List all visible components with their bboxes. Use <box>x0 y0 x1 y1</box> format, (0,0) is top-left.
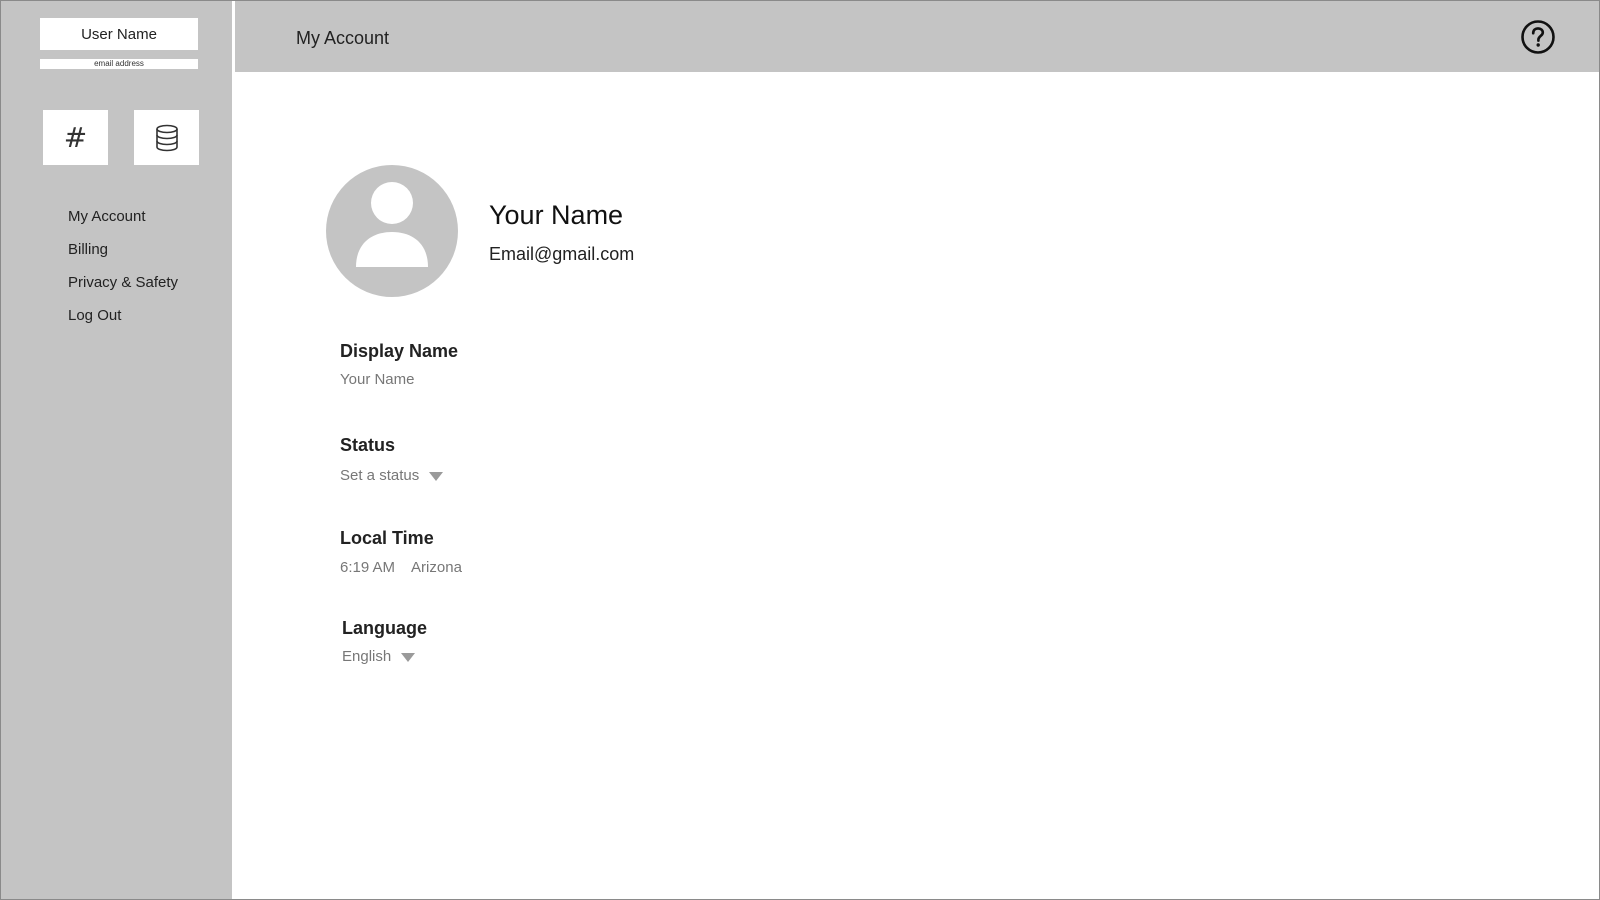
language-label: Language <box>342 618 428 638</box>
sidebar: User Name email address # My Account Bil… <box>1 1 232 899</box>
email-address-label: email address <box>94 59 144 68</box>
user-name-label: User Name <box>81 25 157 43</box>
sidebar-item-privacy-safety[interactable]: Privacy & Safety <box>68 272 178 305</box>
database-icon <box>155 124 178 151</box>
display-name-label: Display Name <box>340 341 459 361</box>
status-select[interactable]: Set a status <box>340 467 444 484</box>
display-name-value[interactable]: Your Name <box>340 371 415 388</box>
local-time-value: 6:19 AM Arizona <box>340 559 462 576</box>
help-circle-icon[interactable] <box>1520 19 1556 55</box>
sidebar-item-billing[interactable]: Billing <box>68 239 178 272</box>
hash-button[interactable]: # <box>43 110 108 165</box>
local-time-time: 6:19 AM <box>340 559 396 576</box>
language-select[interactable]: English <box>342 648 416 665</box>
database-button[interactable] <box>134 110 199 165</box>
user-name-box[interactable]: User Name <box>40 18 198 50</box>
profile-name: Your Name <box>489 200 624 230</box>
local-time-label: Local Time <box>340 528 434 548</box>
hash-icon: # <box>63 121 88 154</box>
page-title: My Account <box>296 28 390 48</box>
local-time-zone: Arizona <box>411 559 462 576</box>
language-value: English <box>342 648 392 665</box>
status-label: Status <box>340 435 396 455</box>
email-address-box: email address <box>40 59 198 69</box>
profile-email: Email@gmail.com <box>489 244 635 264</box>
caret-down-icon <box>429 471 444 481</box>
top-header: My Account <box>235 1 1599 72</box>
sidebar-item-log-out[interactable]: Log Out <box>68 305 178 338</box>
caret-down-icon <box>401 652 416 662</box>
sidebar-item-my-account[interactable]: My Account <box>68 206 178 239</box>
status-value: Set a status <box>340 467 420 484</box>
app-window: User Name email address # My Account Bil… <box>0 0 1600 900</box>
avatar <box>326 165 458 297</box>
sidebar-nav: My Account Billing Privacy & Safety Log … <box>68 206 178 338</box>
